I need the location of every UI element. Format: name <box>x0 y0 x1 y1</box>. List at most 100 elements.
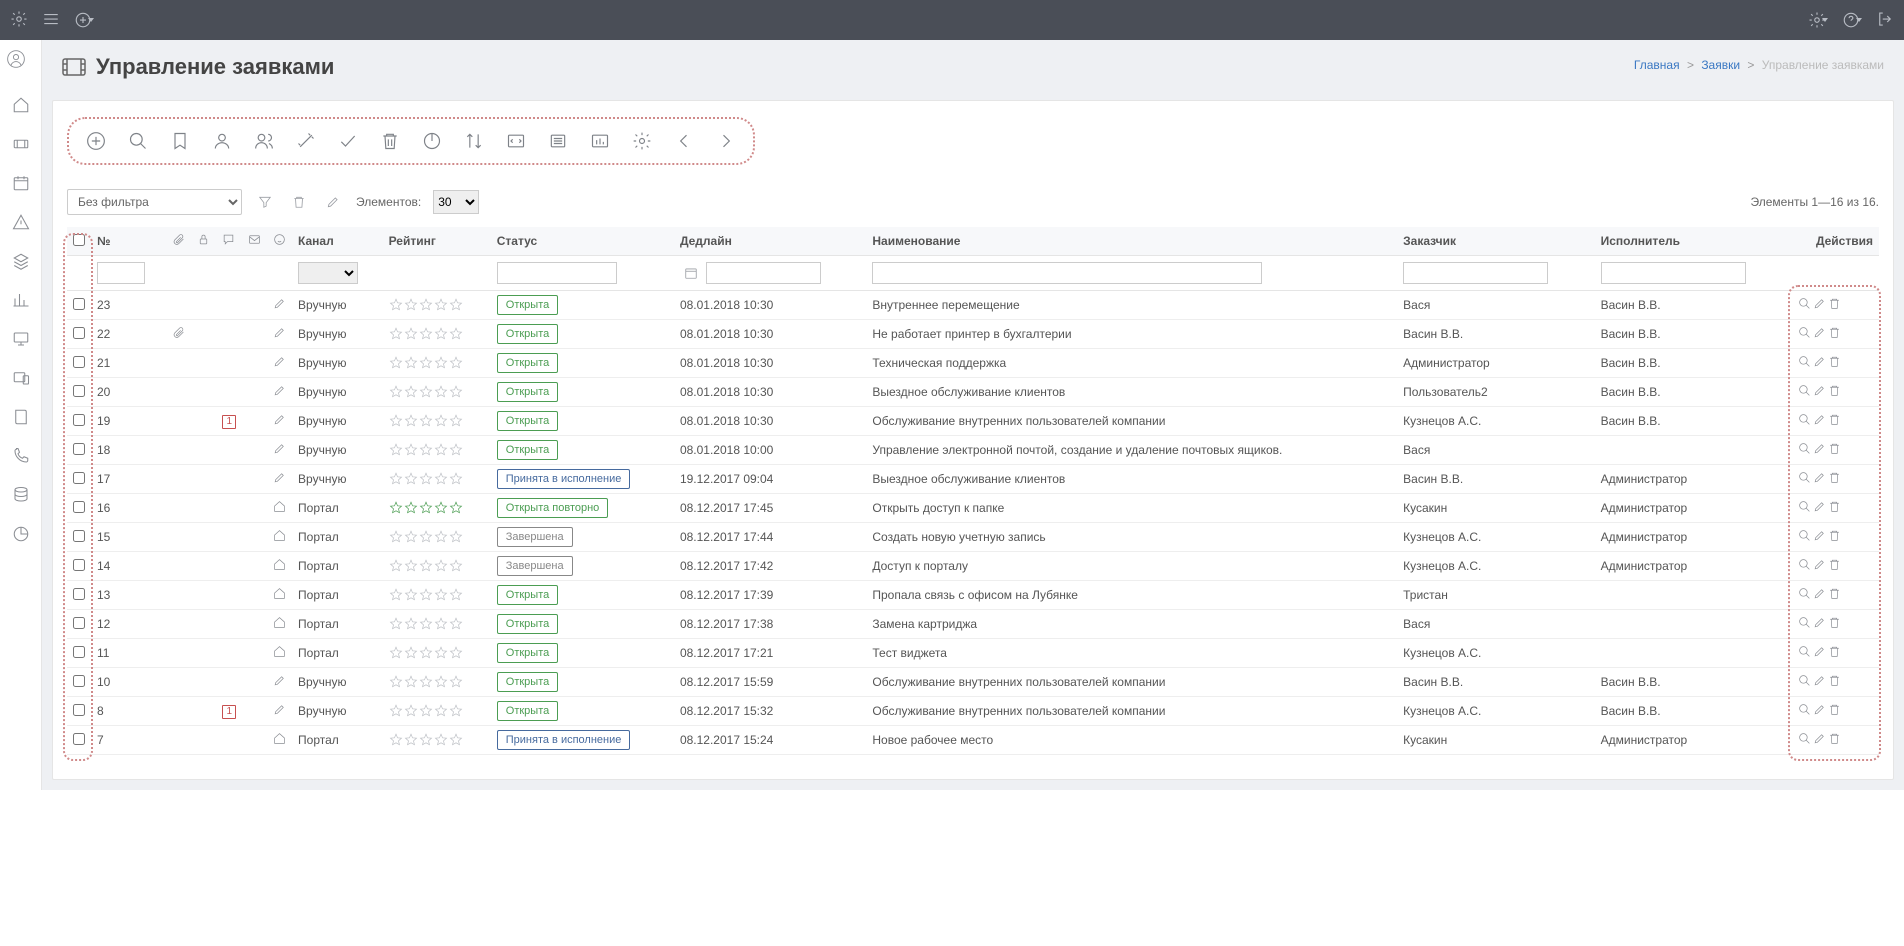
row-checkbox[interactable] <box>73 733 85 745</box>
alert-nav-icon[interactable] <box>12 213 30 234</box>
funnel-icon[interactable] <box>254 191 276 213</box>
edit-action[interactable] <box>1813 529 1826 545</box>
delete-action[interactable] <box>1828 413 1841 429</box>
view-action[interactable] <box>1798 297 1811 313</box>
trash-filter-icon[interactable] <box>288 191 310 213</box>
delete-action[interactable] <box>1828 732 1841 748</box>
view-action[interactable] <box>1798 326 1811 342</box>
view-action[interactable] <box>1798 384 1811 400</box>
filter-customer-input[interactable] <box>1403 262 1548 284</box>
sort-button[interactable] <box>457 124 491 158</box>
magic-button[interactable] <box>289 124 323 158</box>
edit-action[interactable] <box>1813 674 1826 690</box>
filter-status-input[interactable] <box>497 262 617 284</box>
edit-filter-icon[interactable] <box>322 191 344 213</box>
edit-action[interactable] <box>1813 297 1826 313</box>
row-checkbox[interactable] <box>73 443 85 455</box>
row-checkbox[interactable] <box>73 646 85 658</box>
select-all-checkbox[interactable] <box>73 234 85 246</box>
edit-action[interactable] <box>1813 500 1826 516</box>
database-nav-icon[interactable] <box>12 486 30 507</box>
delete-action[interactable] <box>1828 297 1841 313</box>
view-action[interactable] <box>1798 471 1811 487</box>
edit-action[interactable] <box>1813 442 1826 458</box>
delete-action[interactable] <box>1828 355 1841 371</box>
bookmark-button[interactable] <box>163 124 197 158</box>
col-face-icon[interactable] <box>267 227 292 256</box>
edit-action[interactable] <box>1813 616 1826 632</box>
delete-action[interactable] <box>1828 326 1841 342</box>
chart-nav-icon[interactable] <box>12 291 30 312</box>
layers-nav-icon[interactable] <box>12 252 30 273</box>
tickets-nav-icon[interactable] <box>12 135 30 156</box>
view-action[interactable] <box>1798 674 1811 690</box>
row-checkbox[interactable] <box>73 472 85 484</box>
col-attach-icon[interactable] <box>166 227 191 256</box>
row-checkbox[interactable] <box>73 588 85 600</box>
edit-action[interactable] <box>1813 703 1826 719</box>
edit-action[interactable] <box>1813 471 1826 487</box>
col-name[interactable]: Наименование <box>866 227 1397 256</box>
delete-action[interactable] <box>1828 674 1841 690</box>
search-button[interactable] <box>121 124 155 158</box>
power-button[interactable] <box>415 124 449 158</box>
add-icon[interactable] <box>74 11 94 29</box>
filter-select[interactable]: Без фильтра <box>67 189 242 215</box>
delete-action[interactable] <box>1828 471 1841 487</box>
row-checkbox[interactable] <box>73 559 85 571</box>
monitor-nav-icon[interactable] <box>12 330 30 351</box>
fullscreen-button[interactable] <box>499 124 533 158</box>
calendar-icon[interactable] <box>680 262 702 284</box>
row-checkbox[interactable] <box>73 501 85 513</box>
prev-button[interactable] <box>667 124 701 158</box>
filter-channel-select[interactable] <box>298 262 358 284</box>
delete-action[interactable] <box>1828 703 1841 719</box>
row-checkbox[interactable] <box>73 327 85 339</box>
breadcrumb-home[interactable]: Главная <box>1634 58 1680 72</box>
logout-icon[interactable] <box>1876 10 1894 31</box>
help-icon[interactable] <box>1842 11 1862 29</box>
row-checkbox[interactable] <box>73 530 85 542</box>
row-checkbox[interactable] <box>73 675 85 687</box>
view-action[interactable] <box>1798 732 1811 748</box>
user-button[interactable] <box>205 124 239 158</box>
breadcrumb-parent[interactable]: Заявки <box>1701 58 1740 72</box>
filter-num-input[interactable] <box>97 262 145 284</box>
avatar-icon[interactable] <box>7 50 35 78</box>
calendar-nav-icon[interactable] <box>12 174 30 195</box>
view-action[interactable] <box>1798 587 1811 603</box>
settings-icon[interactable] <box>1808 11 1828 29</box>
edit-action[interactable] <box>1813 413 1826 429</box>
pie-nav-icon[interactable] <box>12 525 30 546</box>
edit-action[interactable] <box>1813 384 1826 400</box>
book-nav-icon[interactable] <box>12 408 30 429</box>
view-action[interactable] <box>1798 355 1811 371</box>
device-nav-icon[interactable] <box>12 369 30 390</box>
col-executor[interactable]: Исполнитель <box>1595 227 1792 256</box>
view-action[interactable] <box>1798 529 1811 545</box>
view-action[interactable] <box>1798 558 1811 574</box>
edit-action[interactable] <box>1813 587 1826 603</box>
col-num[interactable]: № <box>91 227 166 256</box>
check-button[interactable] <box>331 124 365 158</box>
view-action[interactable] <box>1798 703 1811 719</box>
row-checkbox[interactable] <box>73 414 85 426</box>
next-button[interactable] <box>709 124 743 158</box>
col-comment-icon[interactable] <box>216 227 242 256</box>
edit-action[interactable] <box>1813 558 1826 574</box>
col-deadline[interactable]: Дедлайн <box>674 227 866 256</box>
hamburger-icon[interactable] <box>42 10 60 31</box>
view-action[interactable] <box>1798 616 1811 632</box>
view-action[interactable] <box>1798 442 1811 458</box>
filter-executor-input[interactable] <box>1601 262 1746 284</box>
view-action[interactable] <box>1798 413 1811 429</box>
view-action[interactable] <box>1798 645 1811 661</box>
col-channel[interactable]: Канал <box>292 227 383 256</box>
edit-action[interactable] <box>1813 355 1826 371</box>
edit-action[interactable] <box>1813 732 1826 748</box>
edit-action[interactable] <box>1813 326 1826 342</box>
row-checkbox[interactable] <box>73 617 85 629</box>
row-checkbox[interactable] <box>73 298 85 310</box>
edit-action[interactable] <box>1813 645 1826 661</box>
row-checkbox[interactable] <box>73 385 85 397</box>
